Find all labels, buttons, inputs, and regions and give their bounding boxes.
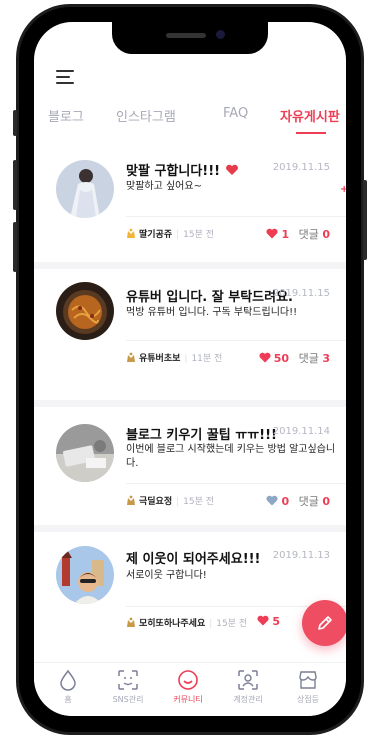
menu-icon[interactable]: [56, 70, 76, 86]
nav-home[interactable]: 홈: [38, 669, 98, 705]
list-item[interactable]: 맞팔 구합니다!!! 2019.11.15 맞팔하고 싶어요~ 딸기공쥬 | 15분…: [34, 154, 346, 254]
tab-instagram[interactable]: 인스타그램: [116, 106, 176, 125]
smile-icon: [178, 670, 198, 690]
nav-label: 계정관리: [233, 695, 263, 704]
post-date: 2019.11.15: [272, 288, 330, 299]
post-separator: [126, 483, 346, 484]
power-button: [363, 180, 367, 260]
post-title[interactable]: 블로그 키우기 꿀팁 ㅠㅠ!!!: [126, 424, 277, 443]
post-time-ago: 15분 전: [183, 230, 215, 240]
post-divider: [34, 262, 346, 269]
level-badge-icon: [127, 352, 135, 362]
list-item[interactable]: 제 이웃이 되어주세요!!! 2019.11.13 서로이웃 구합니다! 모히또…: [34, 544, 346, 654]
level-badge-icon: [127, 617, 135, 627]
like-icon[interactable]: [266, 495, 278, 506]
level-badge-icon: [127, 495, 135, 505]
pencil-icon: [318, 616, 332, 630]
like-count: 1: [281, 228, 290, 241]
author-name[interactable]: 극딜요정: [139, 497, 172, 507]
tab-free-board[interactable]: 자유게시판: [280, 106, 340, 125]
nav-label: SNS관리: [112, 695, 144, 704]
notch: [112, 22, 268, 54]
post-time-ago: 15분 전: [183, 497, 215, 507]
comment-label: 댓글: [298, 495, 319, 508]
nav-community[interactable]: 커뮤니티: [158, 669, 218, 705]
nav-label: 홈: [64, 695, 72, 704]
post-stats: 1 댓글 0: [266, 226, 330, 242]
scan-icon: [118, 670, 138, 690]
speaker: [166, 33, 206, 38]
front-camera: [216, 30, 225, 39]
list-item[interactable]: 블로그 키우기 꿀팁 ㅠㅠ!!! 2019.11.14 이번에 블로그 시작했는…: [34, 422, 346, 532]
list-item[interactable]: 유튜버 입니다. 잘 부탁드려요. 2019.11.15 먹방 유튜버 입니다.…: [34, 280, 346, 390]
author-name[interactable]: 모히또하나주세요: [139, 619, 205, 629]
like-icon[interactable]: [266, 228, 278, 239]
post-divider: [34, 400, 346, 407]
mute-switch: [13, 110, 17, 136]
post-separator: [126, 216, 346, 217]
section-divider: [34, 138, 346, 145]
tab-bar: 블로그 인스타그램 FAQ 자유게시판 +: [34, 106, 346, 195]
post-stats: 5: [257, 615, 280, 628]
post-date: 2019.11.15: [272, 162, 330, 173]
post-separator: [126, 340, 346, 341]
author-name[interactable]: 딸기공쥬: [139, 230, 172, 240]
post-date: 2019.11.14: [272, 426, 330, 437]
nav-label: 커뮤니티: [173, 695, 203, 704]
post-title[interactable]: 유튜버 입니다. 잘 부탁드려요.: [126, 286, 293, 305]
post-title-text: 맞팔 구합니다!!!: [126, 164, 221, 179]
post-meta: 극딜요정 | 15분 전: [126, 494, 214, 507]
like-icon[interactable]: [257, 615, 269, 626]
comment-count: 0: [322, 228, 330, 241]
post-thumbnail: [56, 424, 114, 482]
like-count: 50: [273, 352, 290, 365]
post-meta: 딸기공쥬 | 15분 전: [126, 227, 214, 240]
drop-icon: [60, 669, 76, 691]
like-count: 5: [272, 615, 280, 628]
post-body: 맞팔하고 싶어요~: [126, 181, 202, 192]
post-time-ago: 15분 전: [216, 619, 248, 629]
post-title[interactable]: 제 이웃이 되어주세요!!!: [126, 548, 260, 567]
heart-icon: [225, 164, 238, 175]
post-body: 서로이웃 구합니다!: [126, 570, 207, 581]
post-title[interactable]: 맞팔 구합니다!!!: [126, 160, 239, 179]
nav-sns[interactable]: SNS관리: [98, 669, 158, 705]
post-date: 2019.11.13: [272, 550, 330, 561]
write-post-button[interactable]: [302, 600, 346, 646]
post-time-ago: 11분 전: [191, 354, 223, 364]
post-divider: [34, 525, 346, 532]
volume-down-button: [13, 222, 17, 272]
post-stats: 0 댓글 0: [266, 493, 330, 509]
nav-account[interactable]: 계정관리: [218, 669, 278, 705]
post-thumbnail: [56, 282, 114, 340]
account-icon: [238, 670, 258, 690]
nav-label: 상점등: [296, 695, 320, 704]
like-icon[interactable]: [259, 352, 271, 363]
comment-count: 3: [322, 352, 330, 365]
volume-up-button: [13, 160, 17, 210]
tab-faq[interactable]: FAQ: [223, 106, 248, 121]
post-body: 이번에 블로그 시작했는데 키우는 방법 알고싶습니다.: [126, 444, 336, 469]
like-count: 0: [281, 495, 290, 508]
tab-blog[interactable]: 블로그: [48, 106, 84, 125]
post-stats: 50 댓글 3: [259, 350, 330, 366]
app-screen: 블로그 인스타그램 FAQ 자유게시판 + 맞팔 구합니다!!! 2019.11…: [34, 22, 346, 716]
author-name[interactable]: 유튜버초보: [139, 354, 180, 364]
bottom-nav: 홈 SNS관리 커뮤니티 계정관리 상점등: [34, 662, 346, 716]
level-badge-icon: [127, 228, 135, 238]
post-thumbnail: [56, 546, 114, 604]
comment-count: 0: [322, 495, 330, 508]
active-tab-indicator: [296, 132, 326, 134]
comment-label: 댓글: [298, 228, 319, 241]
post-meta: 유튜버초보 | 11분 전: [126, 351, 222, 364]
post-meta: 모히또하나주세요 | 15분 전: [126, 616, 247, 629]
store-icon: [299, 671, 317, 689]
post-thumbnail: [56, 160, 114, 218]
post-body: 먹방 유튜버 입니다. 구독 부탁드립니다!!: [126, 307, 298, 318]
comment-label: 댓글: [298, 352, 319, 365]
nav-store[interactable]: 상점등: [278, 669, 338, 705]
